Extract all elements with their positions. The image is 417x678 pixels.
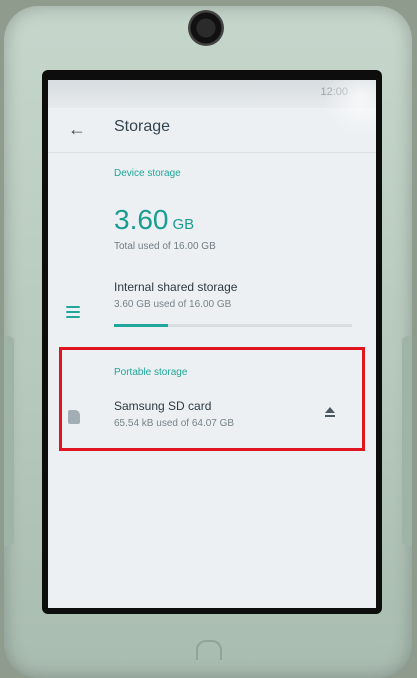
status-bar: 12:00 [48, 80, 376, 140]
storage-list-icon [66, 306, 80, 318]
app-bar: ← Storage [48, 108, 376, 153]
frame-side-bump-right [402, 336, 412, 546]
internal-storage-subtitle: 3.60 GB used of 16.00 GB [114, 299, 232, 310]
used-storage-unit: GB [172, 216, 195, 233]
front-camera [188, 10, 224, 46]
internal-storage-title: Internal shared storage [114, 280, 238, 294]
frame-side-bump-left [4, 336, 14, 546]
display: 12:00 ← Storage Device storage 3.60GB To… [48, 80, 376, 608]
page-title: Storage [114, 118, 171, 135]
used-storage-value: 3.60 [114, 204, 169, 235]
device-logo [196, 640, 222, 660]
internal-storage-progress [114, 324, 352, 327]
internal-storage-progress-fill [114, 324, 168, 327]
total-used-text: Total used of 16.00 GB [114, 241, 216, 252]
used-storage-summary: 3.60 GB [114, 204, 194, 236]
section-label-device-storage: Device storage [114, 168, 181, 179]
highlight-box-portable-storage [59, 347, 365, 451]
arrow-back-icon[interactable]: ← [68, 118, 90, 140]
